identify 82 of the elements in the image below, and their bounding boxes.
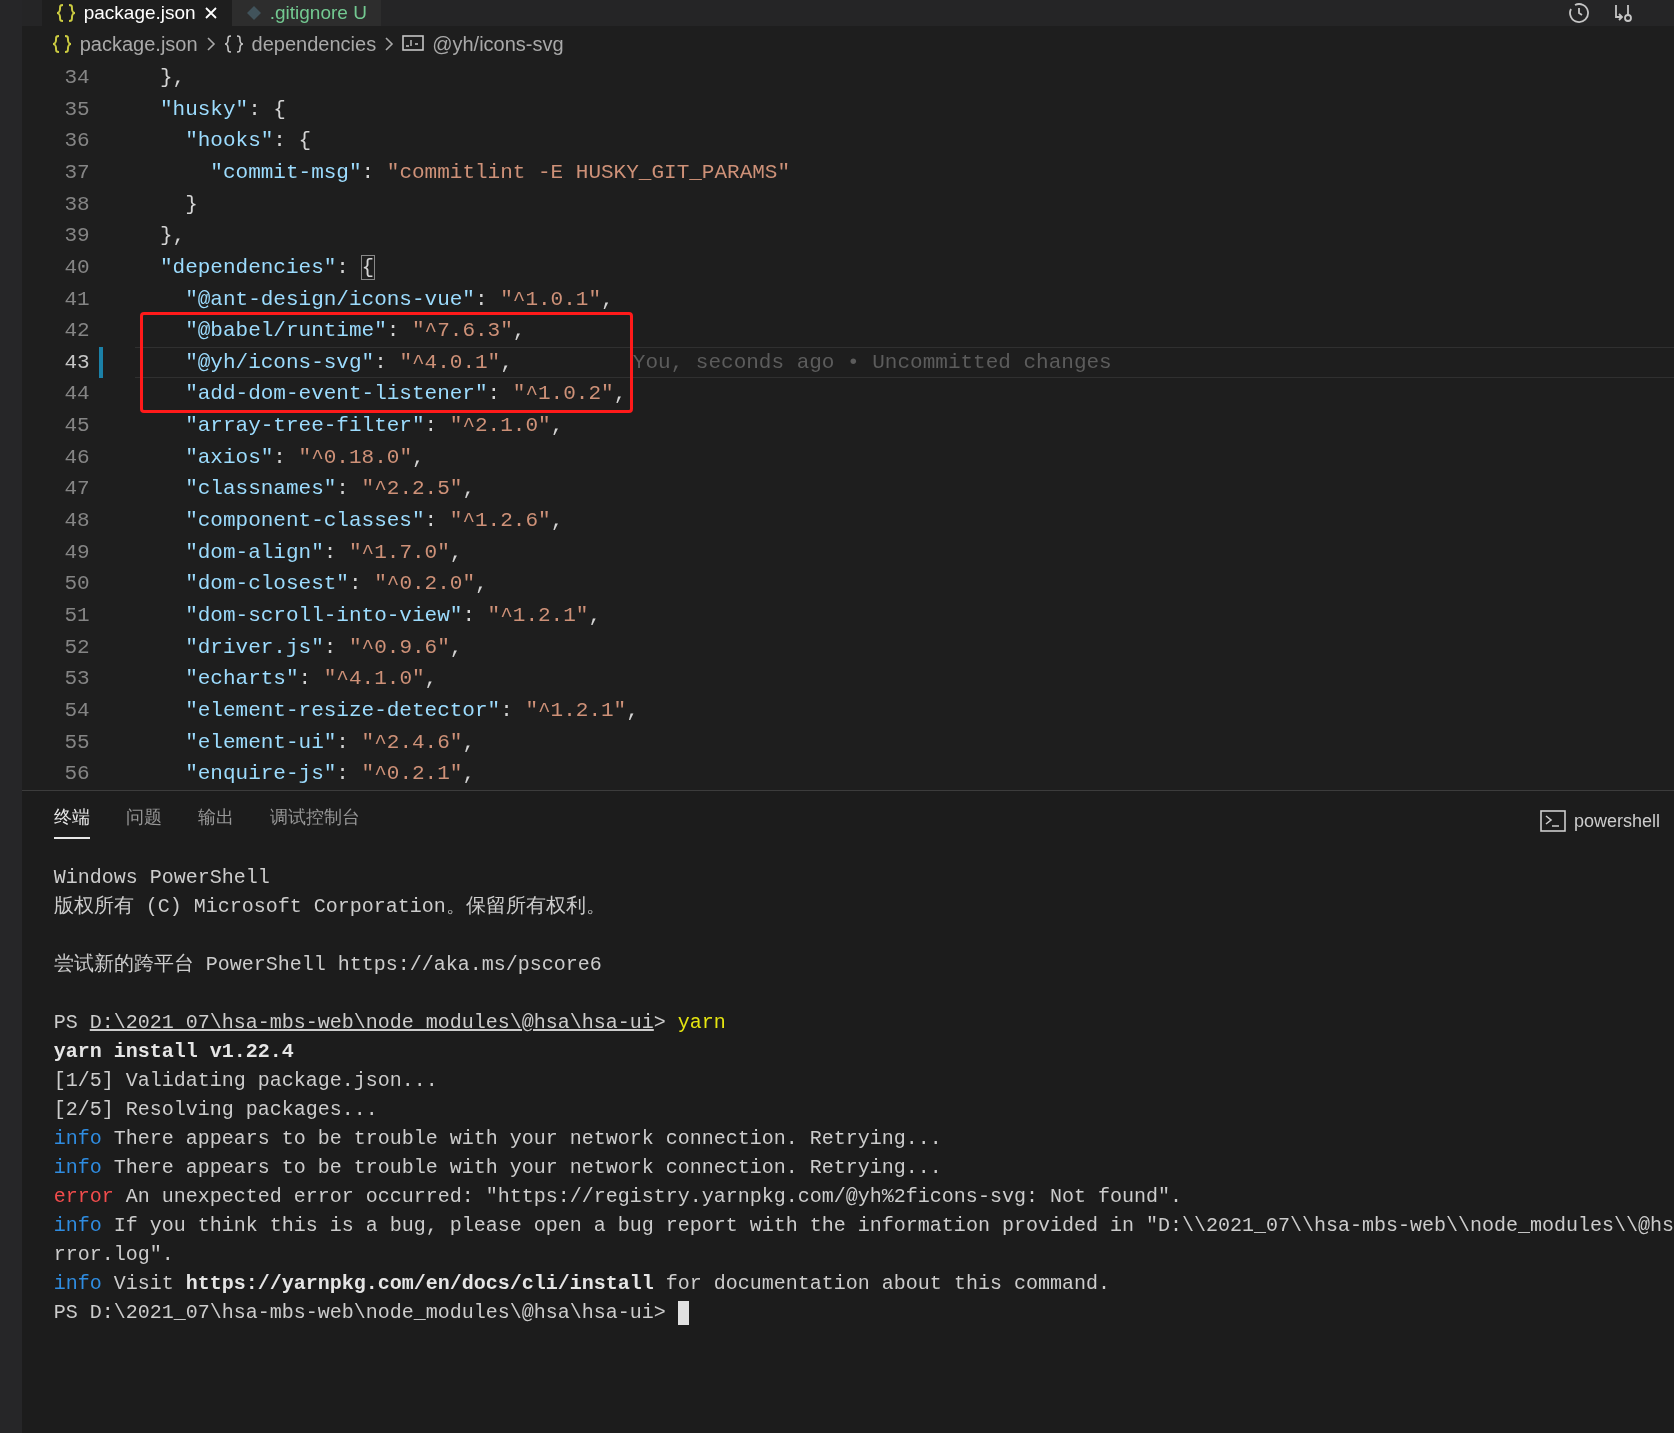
terminal-line: info Visit https://yarnpkg.com/en/docs/cli/install for documentation about this command. [53, 1271, 1110, 1297]
line-number: 39 [63, 223, 90, 250]
line-number: 48 [63, 508, 90, 535]
code-line: "driver.js": "^0.9.6", [184, 634, 463, 661]
terminal-line: info There appears to be trouble with your network connection. Retrying... [53, 1126, 942, 1152]
line-number: 50 [63, 571, 90, 598]
line-number: 42 [63, 318, 90, 345]
terminal-line: PS D:\2021_07\hsa-mbs-web\node_modules\@hsa\hsa-ui> [53, 1300, 667, 1326]
code-line: }, [158, 65, 186, 92]
code-line: "add-dom-event-listener": "^1.0.2", [184, 381, 627, 408]
shell-selector[interactable]: powershell [1539, 807, 1660, 835]
code-line: "classnames": "^2.2.5", [184, 476, 475, 503]
line-number: 47 [63, 476, 90, 503]
code-line: "element-ui": "^2.4.6", [184, 729, 475, 756]
panel-tab[interactable]: 问题 [125, 803, 162, 839]
line-number: 56 [63, 761, 90, 788]
breadcrumb-item[interactable]: dependencies [251, 29, 377, 59]
code-line: "element-resize-detector": "^1.2.1", [184, 697, 639, 724]
code-line: "component-classes": "^1.2.6", [184, 508, 564, 535]
blame-annotation: You, seconds ago • Uncommitted changes [632, 349, 1112, 376]
line-number: 45 [63, 413, 90, 440]
terminal-line: rror.log". [53, 1242, 174, 1268]
panel-tab[interactable]: 输出 [197, 803, 234, 839]
code-line: "dependencies": { [158, 254, 375, 281]
panel-tab[interactable]: 终端 [53, 803, 90, 839]
terminal-line: [2/5] Resolving packages... [53, 1097, 378, 1123]
line-number: 36 [63, 128, 90, 155]
string-icon [402, 35, 425, 53]
code-line: } [184, 191, 198, 218]
chevron-right-icon [205, 36, 216, 52]
breadcrumb-item[interactable]: package.json [79, 29, 198, 59]
line-number: 37 [63, 160, 90, 186]
code-line: "dom-closest": "^0.2.0", [184, 571, 488, 598]
terminal-line: 尝试新的跨平台 PowerShell https://aka.ms/pscore6 [53, 952, 602, 978]
line-number: 34 [63, 65, 90, 92]
line-number: 44 [63, 381, 90, 408]
panel-tab[interactable]: 调试控制台 [269, 803, 360, 839]
code-line: "array-tree-filter": "^2.1.0", [184, 413, 564, 440]
code-line: "dom-scroll-into-view": "^1.2.1", [184, 602, 602, 629]
line-number: 51 [63, 602, 90, 629]
breadcrumb-item[interactable]: @yh/icons-svg [432, 29, 564, 59]
line-number: 53 [63, 666, 90, 693]
code-line: "axios": "^0.18.0", [184, 444, 425, 471]
close-icon[interactable] [203, 6, 218, 20]
line-number: 49 [63, 539, 90, 566]
line-number: 55 [63, 729, 90, 756]
line-number: 41 [63, 286, 90, 313]
compare-changes-icon[interactable] [1612, 3, 1634, 23]
terminal-icon [1539, 810, 1566, 832]
code-line: "husky": { [158, 96, 286, 123]
line-number: 40 [63, 254, 90, 281]
code-line: }, [158, 223, 186, 250]
code-line: "hooks": { [184, 128, 312, 155]
line-number: 46 [63, 444, 90, 471]
code-line: "@babel/runtime": "^7.6.3", [184, 318, 526, 345]
code-line: "@yh/icons-svg": "^4.0.1", [184, 349, 513, 376]
diamond-icon [245, 5, 262, 21]
code-line: "commit-msg": "commitlint -E HUSKY_GIT_PARAMS" [209, 160, 791, 186]
terminal-line: error An unexpected error occurred: "https://registry.yarnpkg.com/@yh%2ficons-svg: Not found". [53, 1184, 1182, 1210]
history-icon[interactable] [1568, 3, 1590, 23]
code-line: "@ant-design/icons-vue": "^1.0.1", [184, 286, 614, 313]
braces-icon [223, 35, 244, 53]
terminal-line: [1/5] Validating package.json... [53, 1068, 438, 1094]
line-number: 54 [63, 697, 90, 724]
terminal-line: info If you think this is a bug, please open a bug report with the information provided in "D:\\2021_07\\hsa-mbs-web\\node_modules\\@hs [53, 1213, 1674, 1239]
line-number: 52 [63, 634, 90, 661]
chevron-right-icon [384, 36, 395, 52]
line-number: 35 [63, 96, 90, 123]
line-number: 38 [63, 191, 90, 218]
terminal-line: PS D:\2021_07\hsa-mbs-web\node_modules\@hsa\hsa-ui> yarn [53, 1010, 726, 1036]
terminal-line: Windows PowerShell [53, 865, 270, 891]
code-line: "echarts": "^4.1.0", [184, 666, 438, 693]
editor-tab[interactable]: .gitignore U [231, 0, 381, 26]
braces-icon [55, 4, 76, 22]
line-number: 43 [63, 349, 90, 376]
terminal-line: 版权所有 (C) Microsoft Corporation。保留所有权利。 [53, 894, 606, 920]
editor-tab[interactable]: package.json [41, 0, 232, 26]
code-line: "enquire-js": "^0.2.1", [184, 761, 475, 788]
terminal-line: yarn install v1.22.4 [53, 1039, 294, 1065]
code-line: "dom-align": "^1.7.0", [184, 539, 463, 566]
braces-icon [51, 35, 72, 53]
terminal-line: info There appears to be trouble with your network connection. Retrying... [53, 1155, 942, 1181]
